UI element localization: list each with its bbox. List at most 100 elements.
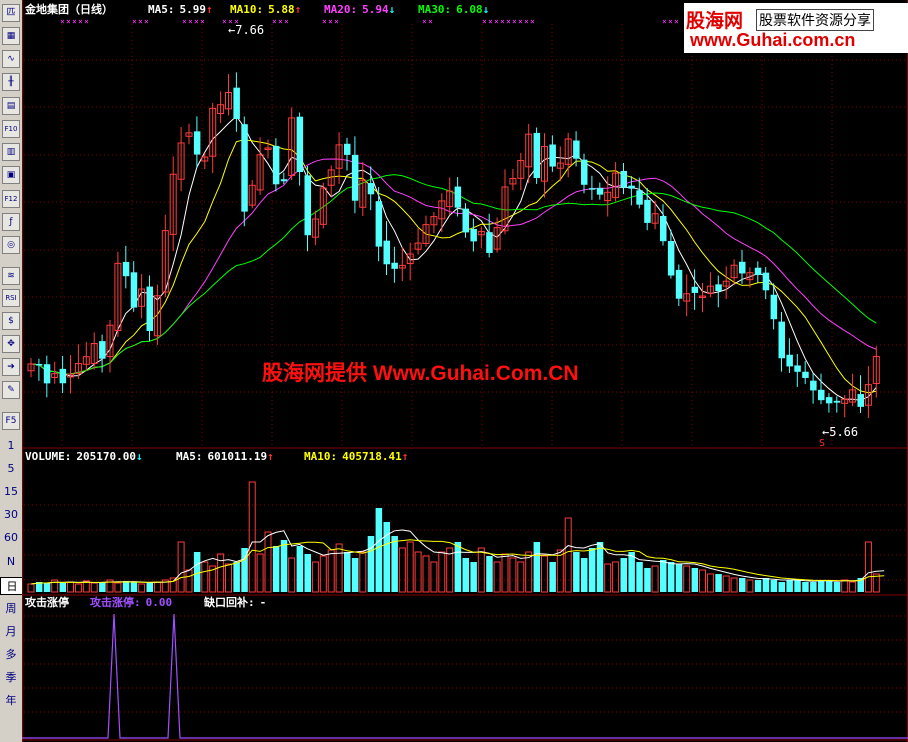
volume-bar-down <box>122 581 130 592</box>
volume-bar-down <box>596 542 604 592</box>
candle-down <box>802 371 809 378</box>
chart-area[interactable]: 金地集团（日线） MA5: 5.99↑ MA10: 5.88↑ MA20: 5.94↓… <box>22 0 908 742</box>
period-周[interactable]: 周 <box>0 600 22 616</box>
min-price-label: ←5.66 <box>822 425 858 439</box>
enter-icon[interactable]: ➔ <box>2 358 20 376</box>
period-5[interactable]: 5 <box>0 462 22 475</box>
candle-down <box>691 286 699 293</box>
indicator-icon[interactable]: ≋ <box>2 267 20 285</box>
signal-x: × <box>278 17 283 26</box>
period-30[interactable]: 30 <box>0 508 22 521</box>
candle-icon[interactable]: ╫ <box>2 73 20 91</box>
volume-bar-down <box>833 582 841 592</box>
trend-icon[interactable]: ∿ <box>2 50 20 68</box>
period-多[interactable]: 多 <box>0 646 22 662</box>
volume-ma10-label: MA10: 405718.41↑ <box>304 450 408 463</box>
signal-x: × <box>328 17 333 26</box>
volume-bar-down <box>818 580 825 592</box>
volume-bar-down <box>383 522 390 592</box>
volume-bar-down <box>581 558 588 592</box>
move-icon[interactable]: ✥ <box>2 335 20 353</box>
candle-down <box>825 397 833 404</box>
max-price-label: ←7.66 <box>228 23 264 37</box>
volume-bar-down <box>304 554 311 592</box>
candle-down <box>715 284 722 292</box>
signal-x: × <box>272 17 277 26</box>
period-60[interactable]: 60 <box>0 531 22 544</box>
candle-down <box>462 208 469 233</box>
candle-down <box>549 144 556 167</box>
volume-bar-down <box>762 578 770 592</box>
signal-x: × <box>518 17 523 26</box>
period-1[interactable]: 1 <box>0 439 22 452</box>
volume-bar-down <box>636 562 643 592</box>
candle-down <box>620 170 627 188</box>
pen-icon[interactable]: ✎ <box>2 381 20 399</box>
candle-down <box>810 380 817 391</box>
signal-x: × <box>488 17 493 26</box>
signal-x: × <box>334 17 339 26</box>
volume-bar-down <box>462 558 469 592</box>
volume-bar-down <box>351 558 359 592</box>
money-icon[interactable]: $ <box>2 312 20 330</box>
volume-bar-down <box>667 562 675 592</box>
period-年[interactable]: 年 <box>0 692 22 708</box>
candle-down <box>296 116 304 173</box>
volume-bar-down <box>280 540 288 592</box>
candle-down <box>786 354 793 367</box>
signal-x: × <box>84 17 89 26</box>
volume-bar-down <box>454 542 462 592</box>
period-日[interactable]: 日 <box>0 577 24 595</box>
volume-bar-down <box>739 578 746 592</box>
signal-x: × <box>530 17 535 26</box>
volume-bar-down <box>573 552 580 592</box>
f5-icon[interactable]: F5 <box>2 412 20 430</box>
signal-x: × <box>668 17 673 26</box>
k-line-icon[interactable]: 匹 <box>2 4 20 22</box>
volume-bar-down <box>549 562 556 592</box>
signal-x: × <box>284 17 289 26</box>
candle-down <box>122 261 130 277</box>
period-15[interactable]: 15 <box>0 485 22 498</box>
finance-icon[interactable]: ▣ <box>2 166 20 184</box>
formula-icon[interactable]: ƒ <box>2 213 20 231</box>
signal-x: × <box>200 17 205 26</box>
volume-bar-down <box>146 583 153 592</box>
volume-bar-down <box>296 546 304 592</box>
volume-bar-down <box>628 552 635 592</box>
volume-bar-down <box>486 556 493 592</box>
volume-bar-down <box>588 548 596 592</box>
period-N[interactable]: N <box>0 555 22 568</box>
search-icon[interactable]: ◎ <box>2 236 20 254</box>
stock-title: 金地集团（日线） <box>24 2 113 16</box>
volume-bar-down <box>644 568 651 592</box>
volume-ma5-label: MA5: 601011.19↑ <box>176 450 274 463</box>
f10-icon[interactable]: F10 <box>2 120 20 138</box>
rsi-icon[interactable]: RSI <box>2 289 20 307</box>
table-icon[interactable]: ▦ <box>2 27 20 45</box>
news-icon[interactable]: ▤ <box>2 97 20 115</box>
signal-x: × <box>72 17 77 26</box>
signal-x: × <box>66 17 71 26</box>
info-icon[interactable]: ▥ <box>2 143 20 161</box>
site-logo: 股海网 股票软件资源分享 www.Guhai.com.cn <box>684 3 908 53</box>
candle-down <box>367 183 375 195</box>
period-季[interactable]: 季 <box>0 669 22 685</box>
candle-down <box>43 364 51 384</box>
signal-x: × <box>494 17 499 26</box>
volume-bar-down <box>660 560 667 592</box>
volume-bar-down <box>675 564 683 592</box>
signal-x: × <box>662 17 667 26</box>
candle-down <box>486 232 493 253</box>
volume-bar-down <box>786 580 793 592</box>
candle-down <box>59 368 67 384</box>
volume-bar-down <box>794 580 801 592</box>
watermark-text: 股海网提供 Www.Guhai.Com.CN <box>262 361 579 385</box>
period-月[interactable]: 月 <box>0 623 22 639</box>
candle-down <box>391 262 398 269</box>
signal-x: × <box>78 17 83 26</box>
volume-bar-down <box>715 574 722 592</box>
f12-icon[interactable]: F12 <box>2 190 20 208</box>
candle-down <box>675 269 683 299</box>
candle-down <box>857 394 864 407</box>
